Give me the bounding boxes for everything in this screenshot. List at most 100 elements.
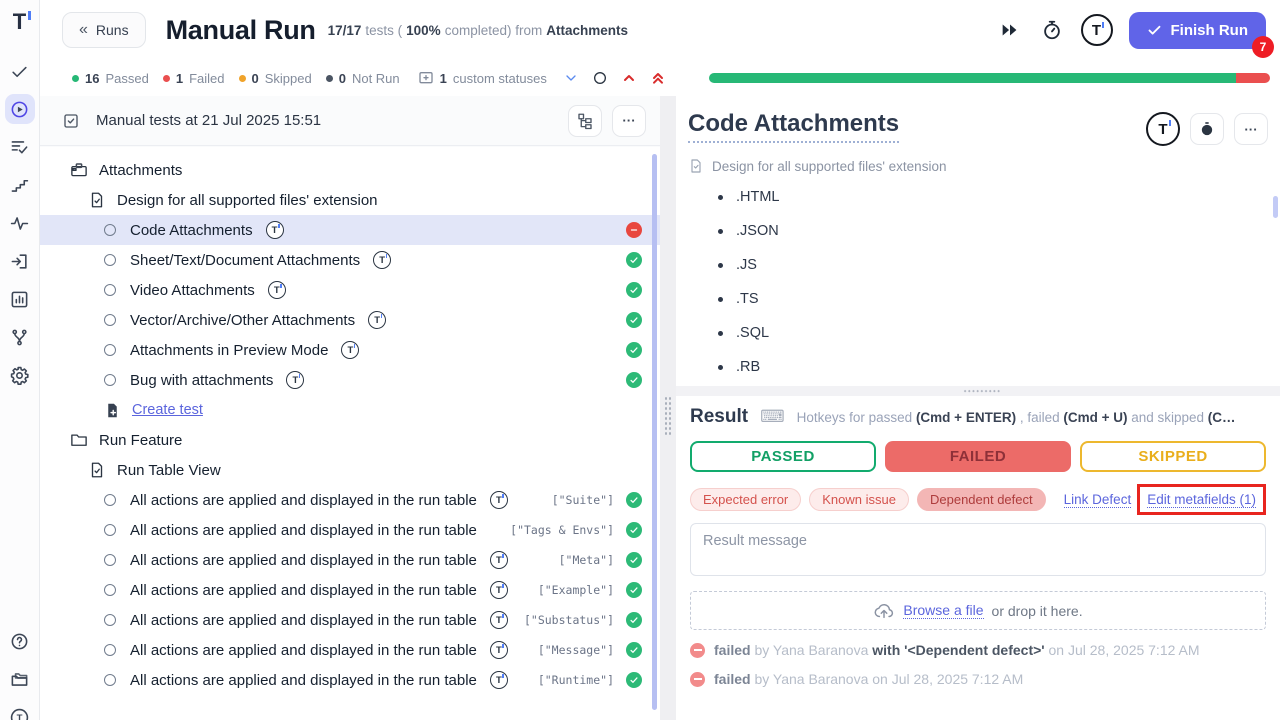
panel-divider[interactable] bbox=[660, 96, 676, 720]
tree-doc-row[interactable]: Run Table View bbox=[40, 455, 660, 485]
tree-test-row[interactable]: Vector/Archive/Other AttachmentsT bbox=[40, 305, 660, 335]
test-tag: ["Example"] bbox=[538, 583, 614, 597]
run-progress-bar bbox=[709, 73, 1270, 83]
extension-item: .JSON bbox=[736, 214, 1268, 248]
bookmark-icon[interactable] bbox=[679, 70, 695, 86]
gear-icon[interactable] bbox=[5, 360, 35, 390]
status-dot-icon bbox=[326, 75, 333, 82]
tree-scrollbar[interactable] bbox=[652, 154, 657, 710]
sign-in-icon[interactable] bbox=[5, 246, 35, 276]
tree-test-row[interactable]: All actions are applied and displayed in… bbox=[40, 545, 660, 575]
tree-suite-row[interactable]: Run Feature bbox=[40, 425, 660, 455]
passed-badge-icon bbox=[626, 582, 642, 598]
t-logo-icon[interactable]: T bbox=[1081, 14, 1113, 46]
create-test-link[interactable]: Create test bbox=[132, 402, 203, 418]
result-history: failed by Yana Baranova with '<Dependent… bbox=[690, 642, 1266, 687]
progress-passed-segment bbox=[709, 73, 1237, 83]
test-label: All actions are applied and displayed in… bbox=[130, 492, 477, 509]
check-icon[interactable] bbox=[5, 56, 35, 86]
tree-test-row[interactable]: All actions are applied and displayed in… bbox=[40, 665, 660, 695]
bar-chart-icon[interactable] bbox=[5, 284, 35, 314]
tree-test-row[interactable]: All actions are applied and displayed in… bbox=[40, 515, 660, 545]
tree-doc-row[interactable]: Design for all supported files' extensio… bbox=[40, 185, 660, 215]
status-count-not-run: 0Not Run bbox=[326, 71, 400, 86]
history-entry: failed by Yana Baranova on Jul 28, 2025 … bbox=[690, 671, 1266, 687]
chevrons-up-icon[interactable] bbox=[650, 70, 666, 86]
failed-button[interactable]: FAILED bbox=[885, 441, 1071, 472]
branch-icon[interactable] bbox=[5, 322, 35, 352]
failed-badge-icon bbox=[626, 222, 642, 238]
tag-pill-expected-error[interactable]: Expected error bbox=[690, 488, 801, 511]
tree-test-row[interactable]: Code AttachmentsT bbox=[40, 215, 660, 245]
tree-test-row[interactable]: All actions are applied and displayed in… bbox=[40, 605, 660, 635]
tree-test-row[interactable]: All actions are applied and displayed in… bbox=[40, 485, 660, 515]
chevron-down-icon[interactable] bbox=[563, 70, 579, 86]
passed-badge-icon bbox=[626, 642, 642, 658]
help-icon[interactable] bbox=[5, 626, 35, 656]
check-icon bbox=[1147, 23, 1162, 38]
passed-badge-icon bbox=[626, 282, 642, 298]
test-tree-panel: Manual tests at 21 Jul 2025 15:51 ··· At… bbox=[40, 96, 660, 720]
tree-test-row[interactable]: Attachments in Preview ModeT bbox=[40, 335, 660, 365]
test-status-ring-icon bbox=[104, 374, 116, 386]
test-tag: ["Runtime"] bbox=[538, 673, 614, 687]
t-logo-icon: T bbox=[268, 281, 286, 299]
test-label: All actions are applied and displayed in… bbox=[130, 522, 477, 539]
tag-pill-known-issue[interactable]: Known issue bbox=[809, 488, 909, 511]
result-divider[interactable] bbox=[676, 386, 1280, 396]
back-to-runs-button[interactable]: « Runs bbox=[62, 12, 146, 48]
test-label: All actions are applied and displayed in… bbox=[130, 552, 477, 569]
test-title[interactable]: Code Attachments bbox=[688, 110, 899, 143]
test-tag: ["Suite"] bbox=[552, 493, 614, 507]
run-play-icon[interactable] bbox=[5, 94, 35, 124]
test-timer-button[interactable] bbox=[1190, 113, 1224, 145]
logo-circle-icon[interactable]: T bbox=[5, 702, 35, 720]
tree-suite-row[interactable]: Attachments bbox=[40, 155, 660, 185]
divider-drag-handle[interactable] bbox=[664, 396, 672, 436]
run-stats: 17/17 tests ( 100% completed) from Attac… bbox=[328, 23, 628, 38]
tree-view-button[interactable] bbox=[568, 105, 602, 137]
extension-item: .SQL bbox=[736, 316, 1268, 350]
steps-icon[interactable] bbox=[5, 170, 35, 200]
passed-badge-icon bbox=[626, 252, 642, 268]
list-check-icon[interactable] bbox=[5, 132, 35, 162]
tree-more-button[interactable]: ··· bbox=[612, 105, 646, 137]
file-drop-zone[interactable]: Browse a file or drop it here. bbox=[690, 591, 1266, 630]
link-defect-link[interactable]: Link Defect bbox=[1064, 492, 1132, 508]
skipped-button[interactable]: SKIPPED bbox=[1080, 441, 1266, 472]
detail-scrollbar[interactable] bbox=[1273, 196, 1278, 218]
test-more-button[interactable]: ··· bbox=[1234, 113, 1268, 145]
passed-button[interactable]: PASSED bbox=[690, 441, 876, 472]
extension-item: .RB bbox=[736, 350, 1268, 384]
passed-badge-icon bbox=[626, 492, 642, 508]
create-test-row[interactable]: Create test bbox=[40, 395, 660, 425]
t-logo-icon: T bbox=[266, 221, 284, 239]
failed-minus-icon bbox=[690, 643, 705, 658]
circle-icon[interactable] bbox=[592, 70, 608, 86]
tree-test-row[interactable]: Bug with attachmentsT bbox=[40, 365, 660, 395]
tag-pill-dependent-defect[interactable]: Dependent defect bbox=[917, 488, 1046, 511]
fast-forward-icon[interactable] bbox=[997, 17, 1023, 43]
tree-test-row[interactable]: All actions are applied and displayed in… bbox=[40, 575, 660, 605]
rail-top-icons bbox=[5, 56, 35, 398]
test-status-ring-icon bbox=[104, 584, 116, 596]
t-logo-icon: T bbox=[286, 371, 304, 389]
folders-icon[interactable] bbox=[5, 664, 35, 694]
result-message-input[interactable] bbox=[690, 523, 1266, 576]
chevron-up-icon[interactable] bbox=[621, 70, 637, 86]
t-logo-icon[interactable]: T bbox=[1146, 112, 1180, 146]
tree-test-row[interactable]: All actions are applied and displayed in… bbox=[40, 635, 660, 665]
timer-icon[interactable] bbox=[1039, 17, 1065, 43]
test-tag: ["Tags & Envs"] bbox=[510, 523, 614, 537]
browse-file-link[interactable]: Browse a file bbox=[903, 602, 983, 619]
app-window: T T « Runs Manual Run 17/17 tests ( 100%… bbox=[0, 0, 1280, 720]
result-drag-handle[interactable] bbox=[963, 389, 1001, 394]
edit-metafields-link[interactable]: Edit metafields (1) bbox=[1147, 492, 1256, 508]
header: « Runs Manual Run 17/17 tests ( 100% com… bbox=[40, 0, 1280, 60]
finish-run-button[interactable]: Finish Run 7 bbox=[1129, 12, 1267, 49]
tree-test-row[interactable]: Sheet/Text/Document AttachmentsT bbox=[40, 245, 660, 275]
drop-hint: or drop it here. bbox=[992, 603, 1083, 619]
activity-icon[interactable] bbox=[5, 208, 35, 238]
svg-text:T: T bbox=[17, 713, 23, 720]
tree-test-row[interactable]: Video AttachmentsT bbox=[40, 275, 660, 305]
